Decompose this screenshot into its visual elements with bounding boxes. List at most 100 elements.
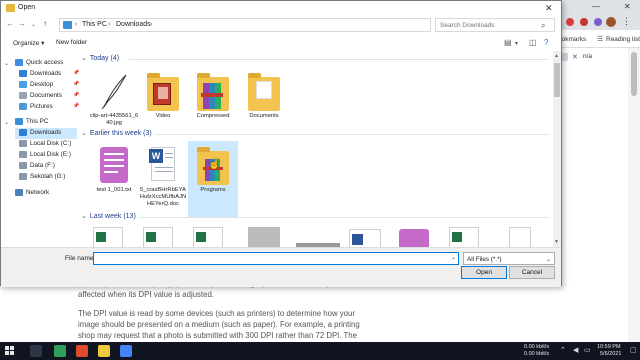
breadcrumb-chevron-icon[interactable]: ›: [108, 21, 110, 28]
group-divider: [129, 59, 549, 60]
drive-icon: [19, 173, 27, 180]
app-taskbar-icon[interactable]: [54, 345, 66, 357]
text-file-icon: [98, 145, 130, 185]
word-file-icon[interactable]: [349, 229, 381, 247]
file-tile[interactable]: W 5_crasBHrRbEYAHufzXccMUfbAJNHEYerQ.doc: [138, 141, 188, 217]
chevron-down-icon[interactable]: ⌄: [4, 60, 9, 67]
taskbar: 0.00 kbit/s 0.00 kbit/s ⌃ ◀ ▭ 10:59 PM 5…: [0, 342, 640, 360]
pin-icon: 📌: [73, 92, 80, 98]
filename-input[interactable]: [93, 252, 459, 265]
organize-menu[interactable]: Organize ▾: [13, 39, 44, 47]
nav-item-label: Desktop: [30, 81, 54, 88]
breadcrumb-chevron-icon[interactable]: ›: [75, 21, 77, 28]
file-list-scrollbar[interactable]: ▲ ▼: [553, 51, 561, 247]
scroll-down-icon[interactable]: ▼: [554, 239, 559, 245]
network-icon[interactable]: ▭: [584, 346, 591, 354]
chevron-down-icon[interactable]: ⌄: [451, 254, 456, 261]
search-icon[interactable]: ⌕: [541, 21, 545, 31]
nav-item-this-pc[interactable]: This PC: [15, 117, 89, 128]
nav-item-quick-access[interactable]: Quick access: [15, 58, 89, 69]
avatar[interactable]: [606, 17, 616, 27]
minimize-icon[interactable]: —: [592, 2, 600, 11]
chevron-down-icon[interactable]: ⌄: [4, 119, 9, 126]
forward-arrow-icon[interactable]: →: [18, 19, 26, 28]
breadcrumb-this-pc[interactable]: This PC: [82, 21, 107, 28]
excel-file-icon[interactable]: [143, 227, 173, 247]
scrollbar-thumb[interactable]: [631, 52, 637, 96]
drive-icon: [19, 140, 27, 147]
nav-item-label: Local Disk (E:): [30, 151, 71, 158]
task-view-icon[interactable]: [30, 345, 42, 357]
dialog-titlebar[interactable]: Open ✕: [1, 1, 561, 15]
view-options-icon[interactable]: ▤: [504, 38, 512, 47]
browser-ext-icon[interactable]: [594, 18, 602, 26]
excel-file-icon[interactable]: [449, 227, 479, 247]
group-divider: [139, 217, 549, 218]
group-title: Today (4): [89, 55, 120, 62]
notification-icon[interactable]: ▢: [630, 346, 637, 354]
excel-file-icon[interactable]: [193, 227, 223, 247]
browser-ext-icon[interactable]: [580, 18, 588, 26]
documents-folder-icon: [248, 71, 280, 111]
reading-list-icon: ☰: [597, 36, 604, 43]
open-button[interactable]: Open: [461, 266, 507, 279]
windows-start-icon[interactable]: [5, 346, 15, 356]
up-arrow-icon[interactable]: ↑: [43, 19, 47, 28]
chrome-icon[interactable]: [120, 345, 132, 357]
bookmarks-bar: ookmarks ☰ Reading list: [556, 30, 640, 48]
recent-locations-icon[interactable]: ⌄: [31, 21, 36, 28]
address-bar[interactable]: › This PC › Downloads › ⌄ ↻: [59, 18, 490, 32]
clock-date[interactable]: 5/6/2021: [600, 351, 621, 357]
image-file-icon[interactable]: [248, 227, 280, 247]
file-explorer-icon[interactable]: [98, 345, 110, 357]
preview-pane-icon[interactable]: ◫: [529, 38, 537, 47]
drive-icon: [19, 151, 27, 158]
close-button[interactable]: ✕: [545, 3, 553, 14]
close-icon[interactable]: ✕: [572, 53, 578, 61]
nav-item-network[interactable]: Network: [15, 188, 89, 199]
computer-icon: [63, 21, 72, 29]
text-file-icon[interactable]: [399, 229, 429, 247]
scrollbar-thumb[interactable]: [554, 63, 560, 97]
folder-tile-selected[interactable]: Programs ☝: [188, 141, 238, 217]
group-header-today[interactable]: ⌄ Today (4): [81, 54, 119, 64]
documents-icon: [19, 92, 27, 99]
reading-list-link[interactable]: Reading list: [606, 36, 640, 43]
nav-item-downloads[interactable]: Downloads: [15, 128, 77, 139]
navigation-bar: ← → ⌄ ↑ › This PC › Downloads › ⌄ ↻ ⌕: [1, 15, 561, 35]
close-icon[interactable]: ✕: [624, 2, 631, 11]
app-taskbar-icon[interactable]: [76, 345, 88, 357]
excel-file-icon[interactable]: [93, 227, 123, 247]
group-header-last-week[interactable]: ⌄ Last week (13): [81, 212, 136, 222]
chevron-down-icon[interactable]: ▾: [515, 40, 518, 47]
breadcrumb-downloads[interactable]: Downloads: [116, 21, 151, 28]
nav-item-label: This PC: [26, 118, 49, 125]
document-file-icon[interactable]: [509, 227, 531, 247]
pin-icon: 📌: [73, 103, 80, 109]
clock-time[interactable]: 10:59 PM: [597, 344, 621, 350]
speaker-icon[interactable]: ◀: [573, 346, 578, 354]
nav-item-label: Pictures: [30, 103, 53, 110]
search-input[interactable]: [440, 21, 540, 30]
folder-tile[interactable]: Documents: [239, 67, 289, 143]
compressed-folder-icon: [197, 71, 229, 111]
chevron-down-icon: ⌄: [81, 130, 87, 137]
file-tile[interactable]: test 1_001.txt: [89, 141, 139, 217]
nav-item-label: Sekolah (G:): [30, 173, 66, 180]
new-folder-button[interactable]: New folder: [56, 39, 87, 46]
search-box[interactable]: ⌕: [435, 18, 555, 32]
back-arrow-icon[interactable]: ←: [6, 19, 14, 28]
more-menu-icon[interactable]: ⋮: [622, 16, 631, 27]
help-icon[interactable]: ?: [544, 38, 548, 47]
bookmark-item[interactable]: ookmarks: [558, 36, 586, 43]
tray-chevron-icon[interactable]: ⌃: [560, 346, 566, 354]
nav-item-label: Quick access: [26, 59, 64, 66]
scroll-up-icon[interactable]: ▲: [554, 53, 559, 59]
folder-tile[interactable]: Compressed: [188, 67, 238, 143]
browser-scrollbar[interactable]: [628, 48, 640, 342]
browser-ext-icon[interactable]: [566, 18, 574, 26]
file-type-select[interactable]: All Files (*.*) ⌄: [463, 252, 555, 265]
breadcrumb-chevron-icon[interactable]: ›: [150, 21, 152, 28]
cancel-button[interactable]: Cancel: [509, 266, 555, 279]
group-header-earlier-this-week[interactable]: ⌄ Earlier this week (3): [81, 129, 152, 139]
